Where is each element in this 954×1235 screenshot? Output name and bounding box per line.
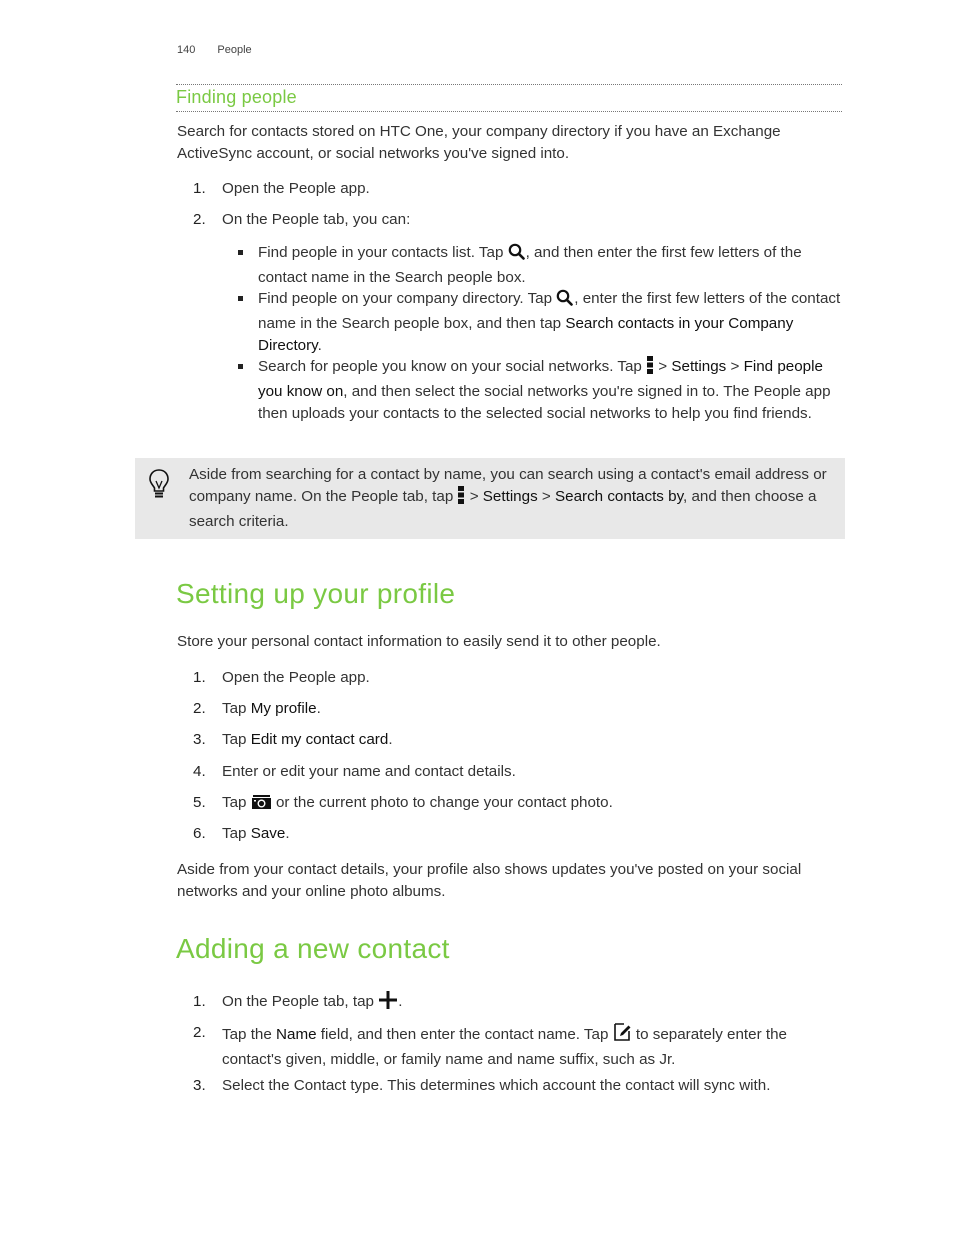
step-number: 4. <box>193 763 206 780</box>
step-number: 2. <box>193 211 206 228</box>
text-run: or the current photo to change your cont… <box>271 794 613 811</box>
text-run: Search for people you know on your socia… <box>258 358 647 375</box>
edit-icon <box>613 1022 632 1049</box>
text-run: Tap <box>222 794 251 811</box>
search-icon <box>508 243 526 267</box>
text-run: On the People tab, tap <box>222 993 379 1010</box>
finding-people-heading: Finding people <box>176 87 297 107</box>
ui-term-settings: Settings <box>671 358 727 375</box>
text-run: Find people on your company directory. T… <box>258 290 557 307</box>
step-number: 6. <box>193 825 206 842</box>
ui-term-settings: Settings <box>482 488 538 505</box>
text-run: > <box>654 358 672 375</box>
chapter-title: People <box>217 44 252 56</box>
step-text: On the People tab, tap . <box>222 991 832 1016</box>
step-number: 3. <box>193 1077 206 1094</box>
bullet-marker <box>238 296 243 301</box>
step-text: Tap the Name field, and then enter the c… <box>222 1022 832 1071</box>
overflow-menu-icon <box>646 356 654 381</box>
step-number: 3. <box>193 731 206 748</box>
text-run: , and then select the social networks yo… <box>258 383 831 422</box>
bullet-marker <box>238 250 243 255</box>
text-run: Select the Contact type. This determines… <box>222 1077 771 1094</box>
bullet-text: Find people in your contacts list. Tap ,… <box>258 242 846 289</box>
step-text: Open the People app. <box>222 180 370 197</box>
step-text: Tap My profile. <box>222 698 832 720</box>
profile-outro: Aside from your contact details, your pr… <box>177 861 802 900</box>
step-number: 2. <box>193 1024 206 1041</box>
plus-icon <box>378 991 398 1016</box>
bullet-text: Search for people you know on your socia… <box>258 356 846 425</box>
text-run: Tap <box>222 700 251 717</box>
step-number: 1. <box>193 993 206 1010</box>
text-run: Find people in your contacts list. Tap <box>258 244 508 261</box>
step-number: 1. <box>193 669 206 686</box>
step-text: Tap or the current photo to change your … <box>222 792 832 817</box>
text-run: . <box>317 337 322 354</box>
text-run: Enter or edit your name and contact deta… <box>222 763 516 780</box>
ui-term-name: Name <box>276 1026 317 1043</box>
text-run: Tap <box>222 825 251 842</box>
text-run: Tap <box>222 731 251 748</box>
ui-term-edit-contact-card: Edit my contact card <box>250 731 389 748</box>
finding-people-intro: Search for contacts stored on HTC One, y… <box>177 123 781 162</box>
lightbulb-icon <box>148 468 170 504</box>
text-run: . <box>388 731 393 748</box>
step-text: On the People tab, you can: <box>222 211 411 228</box>
text-run: > <box>465 488 483 505</box>
ui-term-save: Save <box>250 825 286 842</box>
step-text: Select the Contact type. This determines… <box>222 1075 832 1097</box>
text-run: . <box>285 825 290 842</box>
tip-text: Aside from searching for a contact by na… <box>189 464 834 533</box>
text-run: . <box>398 993 403 1010</box>
camera-icon <box>251 795 272 817</box>
step-number: 2. <box>193 700 206 717</box>
text-run: Tap the <box>222 1026 277 1043</box>
search-icon <box>556 289 574 313</box>
text-run: field, and then enter the contact name. … <box>316 1026 613 1043</box>
finding-people-heading-rule: Finding people <box>176 84 842 112</box>
ui-term-search-contacts-by: Search contacts by <box>555 488 684 505</box>
step-text: Tap Edit my contact card. <box>222 729 832 751</box>
step-text: Tap Save. <box>222 823 832 845</box>
profile-intro: Store your personal contact information … <box>177 633 661 650</box>
bullet-marker <box>238 364 243 369</box>
step-number: 1. <box>193 180 206 197</box>
text-run: . <box>316 700 321 717</box>
step-text: Enter or edit your name and contact deta… <box>222 761 832 783</box>
page-header: 140 People <box>177 44 252 56</box>
page-number: 140 <box>177 44 196 56</box>
tip-box: Aside from searching for a contact by na… <box>135 458 845 539</box>
profile-heading: Setting up your profile <box>176 578 456 609</box>
ui-term-my-profile: My profile <box>250 700 317 717</box>
step-text: Open the People app. <box>222 667 832 689</box>
text-run: > <box>537 488 555 505</box>
text-run: Open the People app. <box>222 669 370 686</box>
step-number: 5. <box>193 794 206 811</box>
bullet-text: Find people on your company directory. T… <box>258 288 846 357</box>
new-contact-heading: Adding a new contact <box>176 933 450 964</box>
text-run: > <box>726 358 744 375</box>
